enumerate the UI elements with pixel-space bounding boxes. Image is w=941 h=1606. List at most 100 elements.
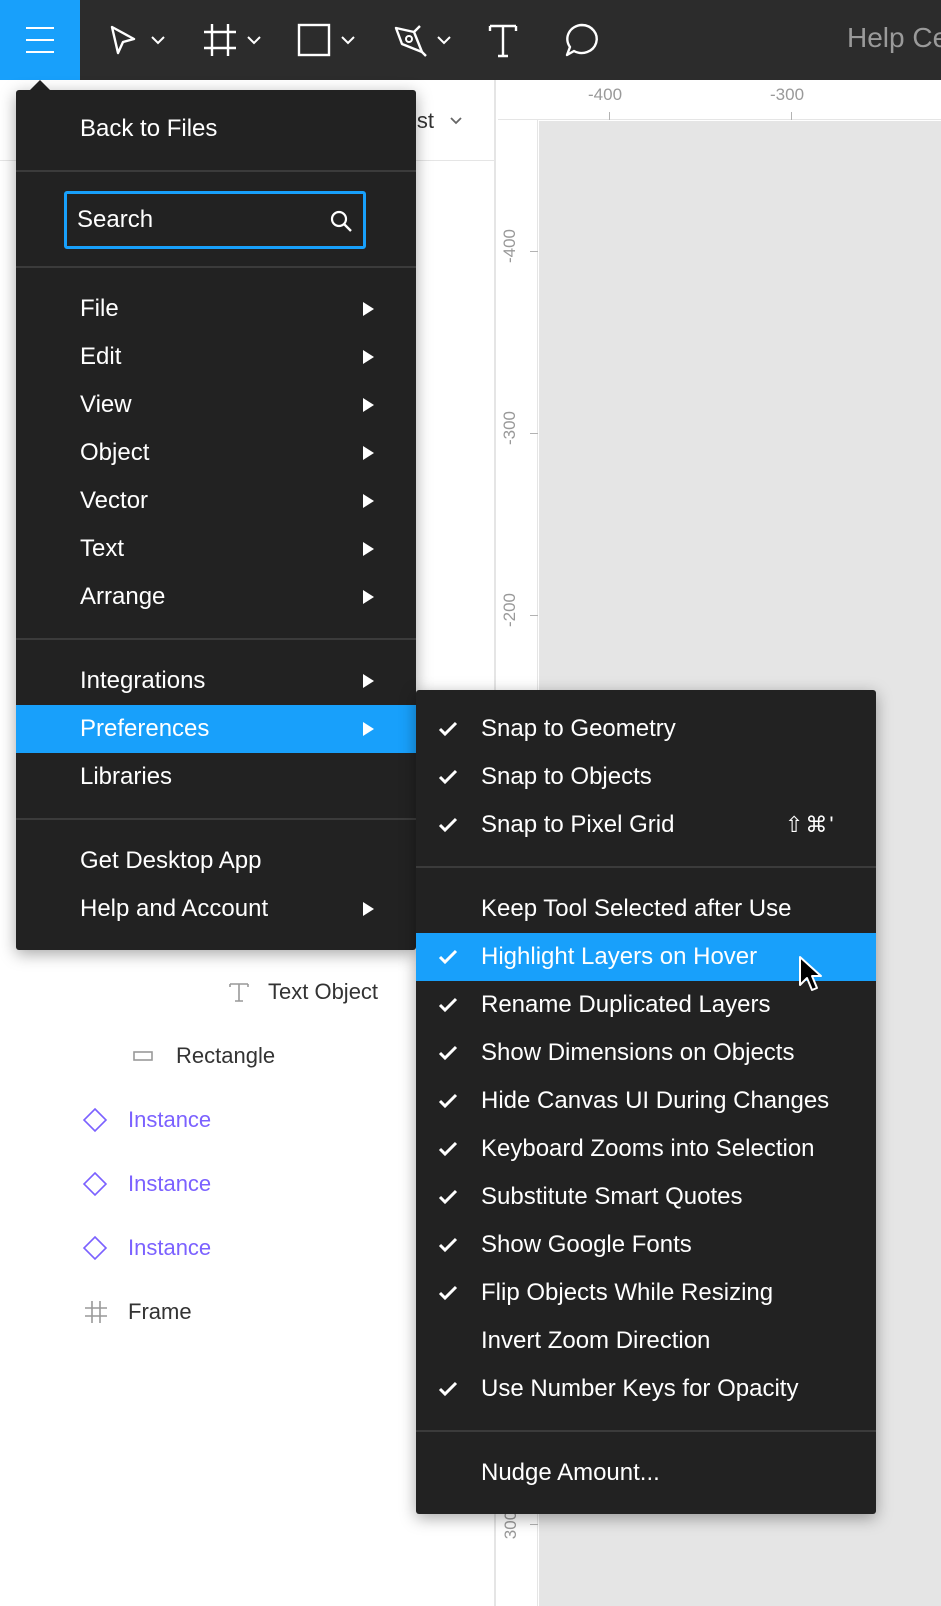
checkmark-icon — [438, 1141, 458, 1157]
ruler-label: -300 — [770, 85, 805, 104]
main-menu: Back to Files File Edit View Object Vect… — [16, 90, 416, 950]
submenu-arrow-icon — [363, 398, 374, 412]
checkmark-icon — [438, 1093, 458, 1109]
menu-item-label: Rename Duplicated Layers — [481, 991, 771, 1018]
menu-item-label: Edit — [80, 343, 122, 370]
submenu-arrow-icon — [363, 302, 374, 316]
rectangle-tool-button[interactable] — [296, 0, 358, 80]
checkmark-icon — [438, 1189, 458, 1205]
checkmark-icon — [438, 997, 458, 1013]
chevron-down-icon[interactable] — [148, 34, 168, 46]
menu-item-help-and-account[interactable]: Help and Account — [16, 885, 416, 933]
submenu-arrow-icon — [363, 446, 374, 460]
menu-item-label: Snap to Geometry — [481, 715, 676, 742]
menu-item-edit[interactable]: Edit — [16, 333, 416, 381]
mouse-cursor-icon — [799, 956, 822, 991]
pref-snap-to-pixel-grid[interactable]: Snap to Pixel Grid ⇧⌘' — [416, 801, 876, 849]
pref-flip-objects[interactable]: Flip Objects While Resizing — [416, 1269, 876, 1317]
menu-item-text[interactable]: Text — [16, 525, 416, 573]
ruler-tick — [530, 615, 538, 616]
menu-item-label: Keep Tool Selected after Use — [481, 895, 792, 922]
menu-item-object[interactable]: Object — [16, 429, 416, 477]
pref-keep-tool-selected[interactable]: Keep Tool Selected after Use — [416, 885, 876, 933]
pref-show-dimensions[interactable]: Show Dimensions on Objects — [416, 1029, 876, 1077]
chevron-down-icon[interactable] — [434, 34, 454, 46]
menu-separator — [16, 638, 416, 640]
text-tool-button[interactable] — [488, 0, 518, 80]
layer-row[interactable]: Instance — [82, 1228, 211, 1268]
chevron-down-icon[interactable] — [338, 34, 358, 46]
pref-show-google-fonts[interactable]: Show Google Fonts — [416, 1221, 876, 1269]
submenu-arrow-icon — [363, 542, 374, 556]
menu-item-label: Back to Files — [80, 115, 218, 142]
menu-item-label: File — [80, 295, 119, 322]
toolbar: Help Ce — [0, 0, 941, 80]
main-menu-button[interactable] — [0, 0, 80, 80]
submenu-arrow-icon — [363, 674, 374, 688]
menu-item-preferences[interactable]: Preferences — [16, 705, 416, 753]
menu-item-label: Invert Zoom Direction — [481, 1327, 711, 1354]
pref-hide-canvas-ui[interactable]: Hide Canvas UI During Changes — [416, 1077, 876, 1125]
frame-tool-button[interactable] — [202, 0, 264, 80]
menu-item-label: Help and Account — [80, 895, 269, 922]
keyboard-shortcut: ⇧⌘' — [785, 812, 836, 837]
menu-item-label: Show Dimensions on Objects — [481, 1039, 795, 1066]
pref-snap-to-geometry[interactable]: Snap to Geometry — [416, 705, 876, 753]
ruler-tick — [791, 112, 792, 120]
layer-row[interactable]: Instance — [82, 1164, 211, 1204]
checkmark-icon — [438, 769, 458, 785]
layer-row[interactable]: Frame — [84, 1292, 192, 1332]
help-center-link[interactable]: Help Ce — [847, 22, 941, 54]
rectangle-tool-icon — [297, 23, 331, 57]
pen-tool-button[interactable] — [392, 0, 454, 80]
pref-keyboard-zooms[interactable]: Keyboard Zooms into Selection — [416, 1125, 876, 1173]
ruler-tick — [530, 1524, 538, 1525]
menu-item-label: Substitute Smart Quotes — [481, 1183, 743, 1210]
pref-number-keys-opacity[interactable]: Use Number Keys for Opacity — [416, 1365, 876, 1413]
menu-item-integrations[interactable]: Integrations — [16, 657, 416, 705]
preferences-submenu: Snap to Geometry Snap to Objects Snap to… — [416, 690, 876, 1514]
hamburger-line — [26, 51, 54, 53]
layer-row[interactable]: Rectangle — [132, 1036, 275, 1076]
instance-icon — [82, 1235, 108, 1261]
menu-item-view[interactable]: View — [16, 381, 416, 429]
layer-label: Instance — [128, 1171, 212, 1196]
hamburger-line — [26, 39, 54, 41]
menu-item-label: Preferences — [80, 715, 210, 742]
back-to-files-item[interactable]: Back to Files — [16, 105, 416, 153]
horizontal-ruler: -400 -300 — [498, 80, 941, 120]
layer-label: Instance — [128, 1107, 212, 1132]
chevron-down-icon[interactable] — [448, 116, 464, 126]
pref-snap-to-objects[interactable]: Snap to Objects — [416, 753, 876, 801]
checkmark-icon — [438, 949, 458, 965]
search-icon — [330, 210, 352, 232]
menu-item-label: Use Number Keys for Opacity — [481, 1375, 799, 1402]
menu-item-libraries[interactable]: Libraries — [16, 753, 416, 801]
pref-smart-quotes[interactable]: Substitute Smart Quotes — [416, 1173, 876, 1221]
menu-separator — [416, 1430, 876, 1432]
menu-item-get-desktop-app[interactable]: Get Desktop App — [16, 837, 416, 885]
comment-tool-button[interactable] — [564, 0, 600, 80]
pref-nudge-amount[interactable]: Nudge Amount... — [416, 1449, 876, 1497]
menu-item-file[interactable]: File — [16, 285, 416, 333]
search-field[interactable] — [64, 191, 366, 249]
ruler-tick — [530, 433, 538, 434]
pref-invert-zoom[interactable]: Invert Zoom Direction — [416, 1317, 876, 1365]
ruler-label: -200 — [500, 592, 520, 628]
submenu-arrow-icon — [363, 494, 374, 508]
move-tool-icon — [110, 25, 136, 55]
layer-row[interactable]: Text Object — [228, 972, 378, 1012]
menu-item-vector[interactable]: Vector — [16, 477, 416, 525]
ruler-label: -400 — [588, 85, 623, 104]
menu-item-arrange[interactable]: Arrange — [16, 573, 416, 621]
menu-item-label: Flip Objects While Resizing — [481, 1279, 774, 1306]
move-tool-button[interactable] — [106, 0, 168, 80]
search-input[interactable] — [77, 204, 317, 236]
layer-row[interactable]: Instance — [82, 1100, 211, 1140]
chevron-down-icon[interactable] — [244, 34, 264, 46]
ruler-label: 300 — [501, 1510, 521, 1540]
checkmark-icon — [438, 721, 458, 737]
frame-tool-icon — [204, 24, 236, 56]
submenu-arrow-icon — [363, 350, 374, 364]
menu-item-label: Text — [80, 535, 125, 562]
